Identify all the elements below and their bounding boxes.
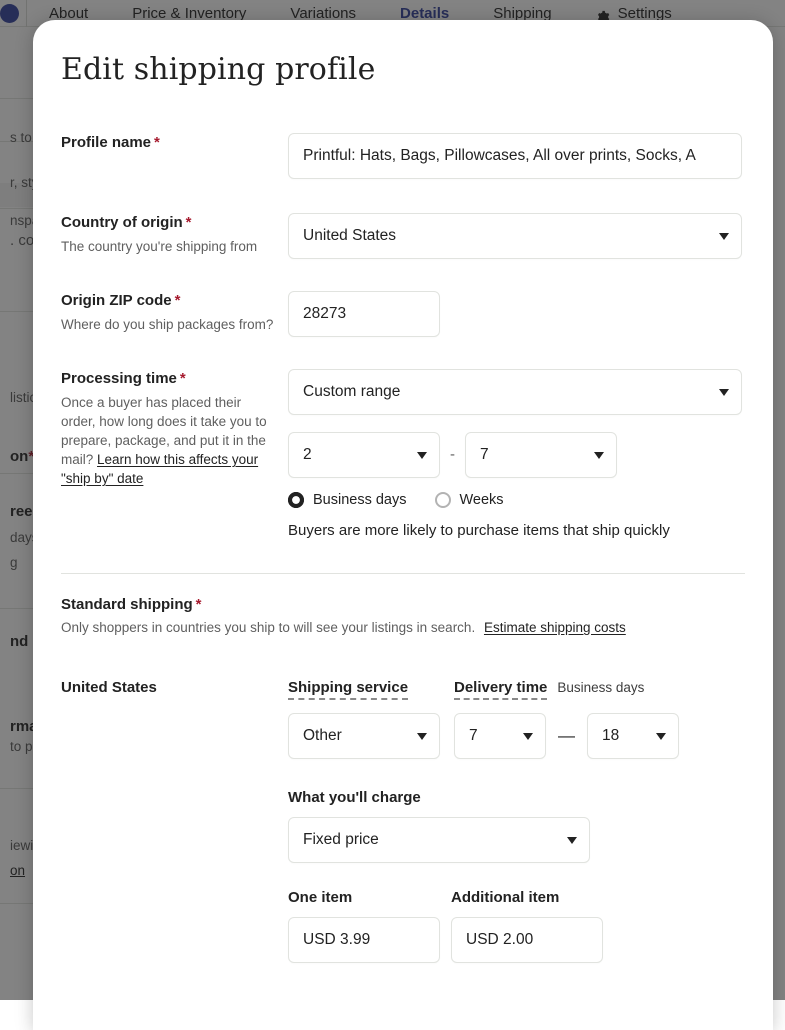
radio-weeks-label: Weeks xyxy=(460,492,504,508)
required-asterisk: * xyxy=(180,370,186,387)
processing-time-range: 2 - 7 xyxy=(288,432,773,478)
profile-name-field-group: Printful: Hats, Bags, Pillowcases, All o… xyxy=(288,133,773,179)
country-of-origin-select[interactable]: United States xyxy=(288,213,742,259)
col-header-delivery-unit: Business days xyxy=(557,680,644,695)
country-label-group: Country of origin* The country you're sh… xyxy=(61,213,288,256)
chevron-down-icon xyxy=(567,837,577,844)
field-processing-time: Processing time* Once a buyer has placed… xyxy=(61,369,773,539)
section-divider xyxy=(61,573,745,574)
additional-item-price-input[interactable]: USD 2.00 xyxy=(451,917,603,963)
radio-unselected-icon xyxy=(435,492,451,508)
processing-time-label-group: Processing time* Once a buyer has placed… xyxy=(61,369,288,488)
charge-type-select[interactable]: Fixed price xyxy=(288,817,590,863)
required-asterisk: * xyxy=(154,134,160,151)
country-field-group: United States xyxy=(288,213,773,259)
charge-type-value: Fixed price xyxy=(303,831,379,849)
one-item-price-input[interactable]: USD 3.99 xyxy=(288,917,440,963)
processing-time-field-group: Custom range 2 - 7 Business days xyxy=(288,369,773,539)
dialog-title: Edit shipping profile xyxy=(61,52,773,87)
shipping-service-delivery-row: Other 7 — 18 xyxy=(288,713,773,759)
processing-time-note: Buyers are more likely to purchase items… xyxy=(288,522,773,539)
shipping-country-group: United States xyxy=(61,679,288,696)
standard-shipping-subtitle: Only shoppers in countries you ship to w… xyxy=(61,620,773,635)
col-header-delivery-time[interactable]: Delivery time xyxy=(454,679,547,700)
profile-name-input[interactable]: Printful: Hats, Bags, Pillowcases, All o… xyxy=(288,133,742,179)
origin-zip-label: Origin ZIP code* xyxy=(61,291,276,311)
chevron-down-icon xyxy=(417,733,427,740)
radio-weeks[interactable]: Weeks xyxy=(435,492,504,508)
origin-zip-help: Where do you ship packages from? xyxy=(61,315,276,334)
chevron-down-icon xyxy=(523,733,533,740)
edit-shipping-profile-dialog: Edit shipping profile Profile name* Prin… xyxy=(33,20,773,1030)
what-youll-charge-label: What you'll charge xyxy=(288,789,773,806)
required-asterisk: * xyxy=(175,292,181,309)
origin-zip-label-group: Origin ZIP code* Where do you ship packa… xyxy=(61,291,288,334)
field-profile-name: Profile name* Printful: Hats, Bags, Pill… xyxy=(61,133,773,179)
delivery-time-min-select[interactable]: 7 xyxy=(454,713,546,759)
field-country-of-origin: Country of origin* The country you're sh… xyxy=(61,213,773,259)
delivery-time-min-value: 7 xyxy=(469,727,478,745)
processing-time-help: Once a buyer has placed their order, how… xyxy=(61,393,276,488)
origin-zip-input[interactable]: 28273 xyxy=(288,291,440,337)
chevron-down-icon xyxy=(594,452,604,459)
country-of-origin-label: Country of origin* xyxy=(61,213,276,233)
chevron-down-icon xyxy=(719,233,729,240)
processing-time-mode-value: Custom range xyxy=(303,383,400,401)
one-item-label: One item xyxy=(288,889,440,906)
radio-business-days[interactable]: Business days xyxy=(288,492,407,508)
processing-time-label: Processing time* xyxy=(61,369,276,389)
field-origin-zip: Origin ZIP code* Where do you ship packa… xyxy=(61,291,773,337)
standard-shipping-row: United States Shipping service Delivery … xyxy=(61,679,773,963)
range-separator: - xyxy=(440,432,465,478)
shipping-service-select[interactable]: Other xyxy=(288,713,440,759)
chevron-down-icon xyxy=(417,452,427,459)
profile-name-label: Profile name* xyxy=(61,133,276,153)
processing-time-max-select[interactable]: 7 xyxy=(465,432,617,478)
shipping-service-value: Other xyxy=(303,727,342,745)
delivery-time-max-value: 18 xyxy=(602,727,619,745)
processing-time-unit-radiogroup: Business days Weeks xyxy=(288,492,773,508)
additional-item-label: Additional item xyxy=(451,889,603,906)
country-of-origin-help: The country you're shipping from xyxy=(61,237,276,256)
processing-time-mode-select[interactable]: Custom range xyxy=(288,369,742,415)
radio-selected-icon xyxy=(288,492,304,508)
required-asterisk: * xyxy=(196,596,202,613)
processing-time-max-value: 7 xyxy=(480,446,489,464)
processing-time-min-value: 2 xyxy=(303,446,312,464)
radio-business-days-label: Business days xyxy=(313,492,407,508)
estimate-shipping-costs-link[interactable]: Estimate shipping costs xyxy=(484,620,626,635)
price-fields-row: One item USD 3.99 Additional item USD 2.… xyxy=(288,889,773,963)
required-asterisk: * xyxy=(186,214,192,231)
standard-shipping-title: Standard shipping* xyxy=(61,596,773,613)
profile-name-label-group: Profile name* xyxy=(61,133,288,153)
chevron-down-icon xyxy=(656,733,666,740)
shipping-options-group: Shipping service Delivery time Business … xyxy=(288,679,773,963)
chevron-down-icon xyxy=(719,389,729,396)
col-header-shipping-service[interactable]: Shipping service xyxy=(288,679,408,700)
origin-zip-field-group: 28273 xyxy=(288,291,773,337)
processing-time-min-select[interactable]: 2 xyxy=(288,432,440,478)
delivery-time-max-select[interactable]: 18 xyxy=(587,713,679,759)
delivery-range-separator: — xyxy=(546,713,587,759)
shipping-country-label: United States xyxy=(61,679,276,696)
country-of-origin-value: United States xyxy=(303,227,396,245)
standard-shipping-subtitle-text: Only shoppers in countries you ship to w… xyxy=(61,620,475,635)
